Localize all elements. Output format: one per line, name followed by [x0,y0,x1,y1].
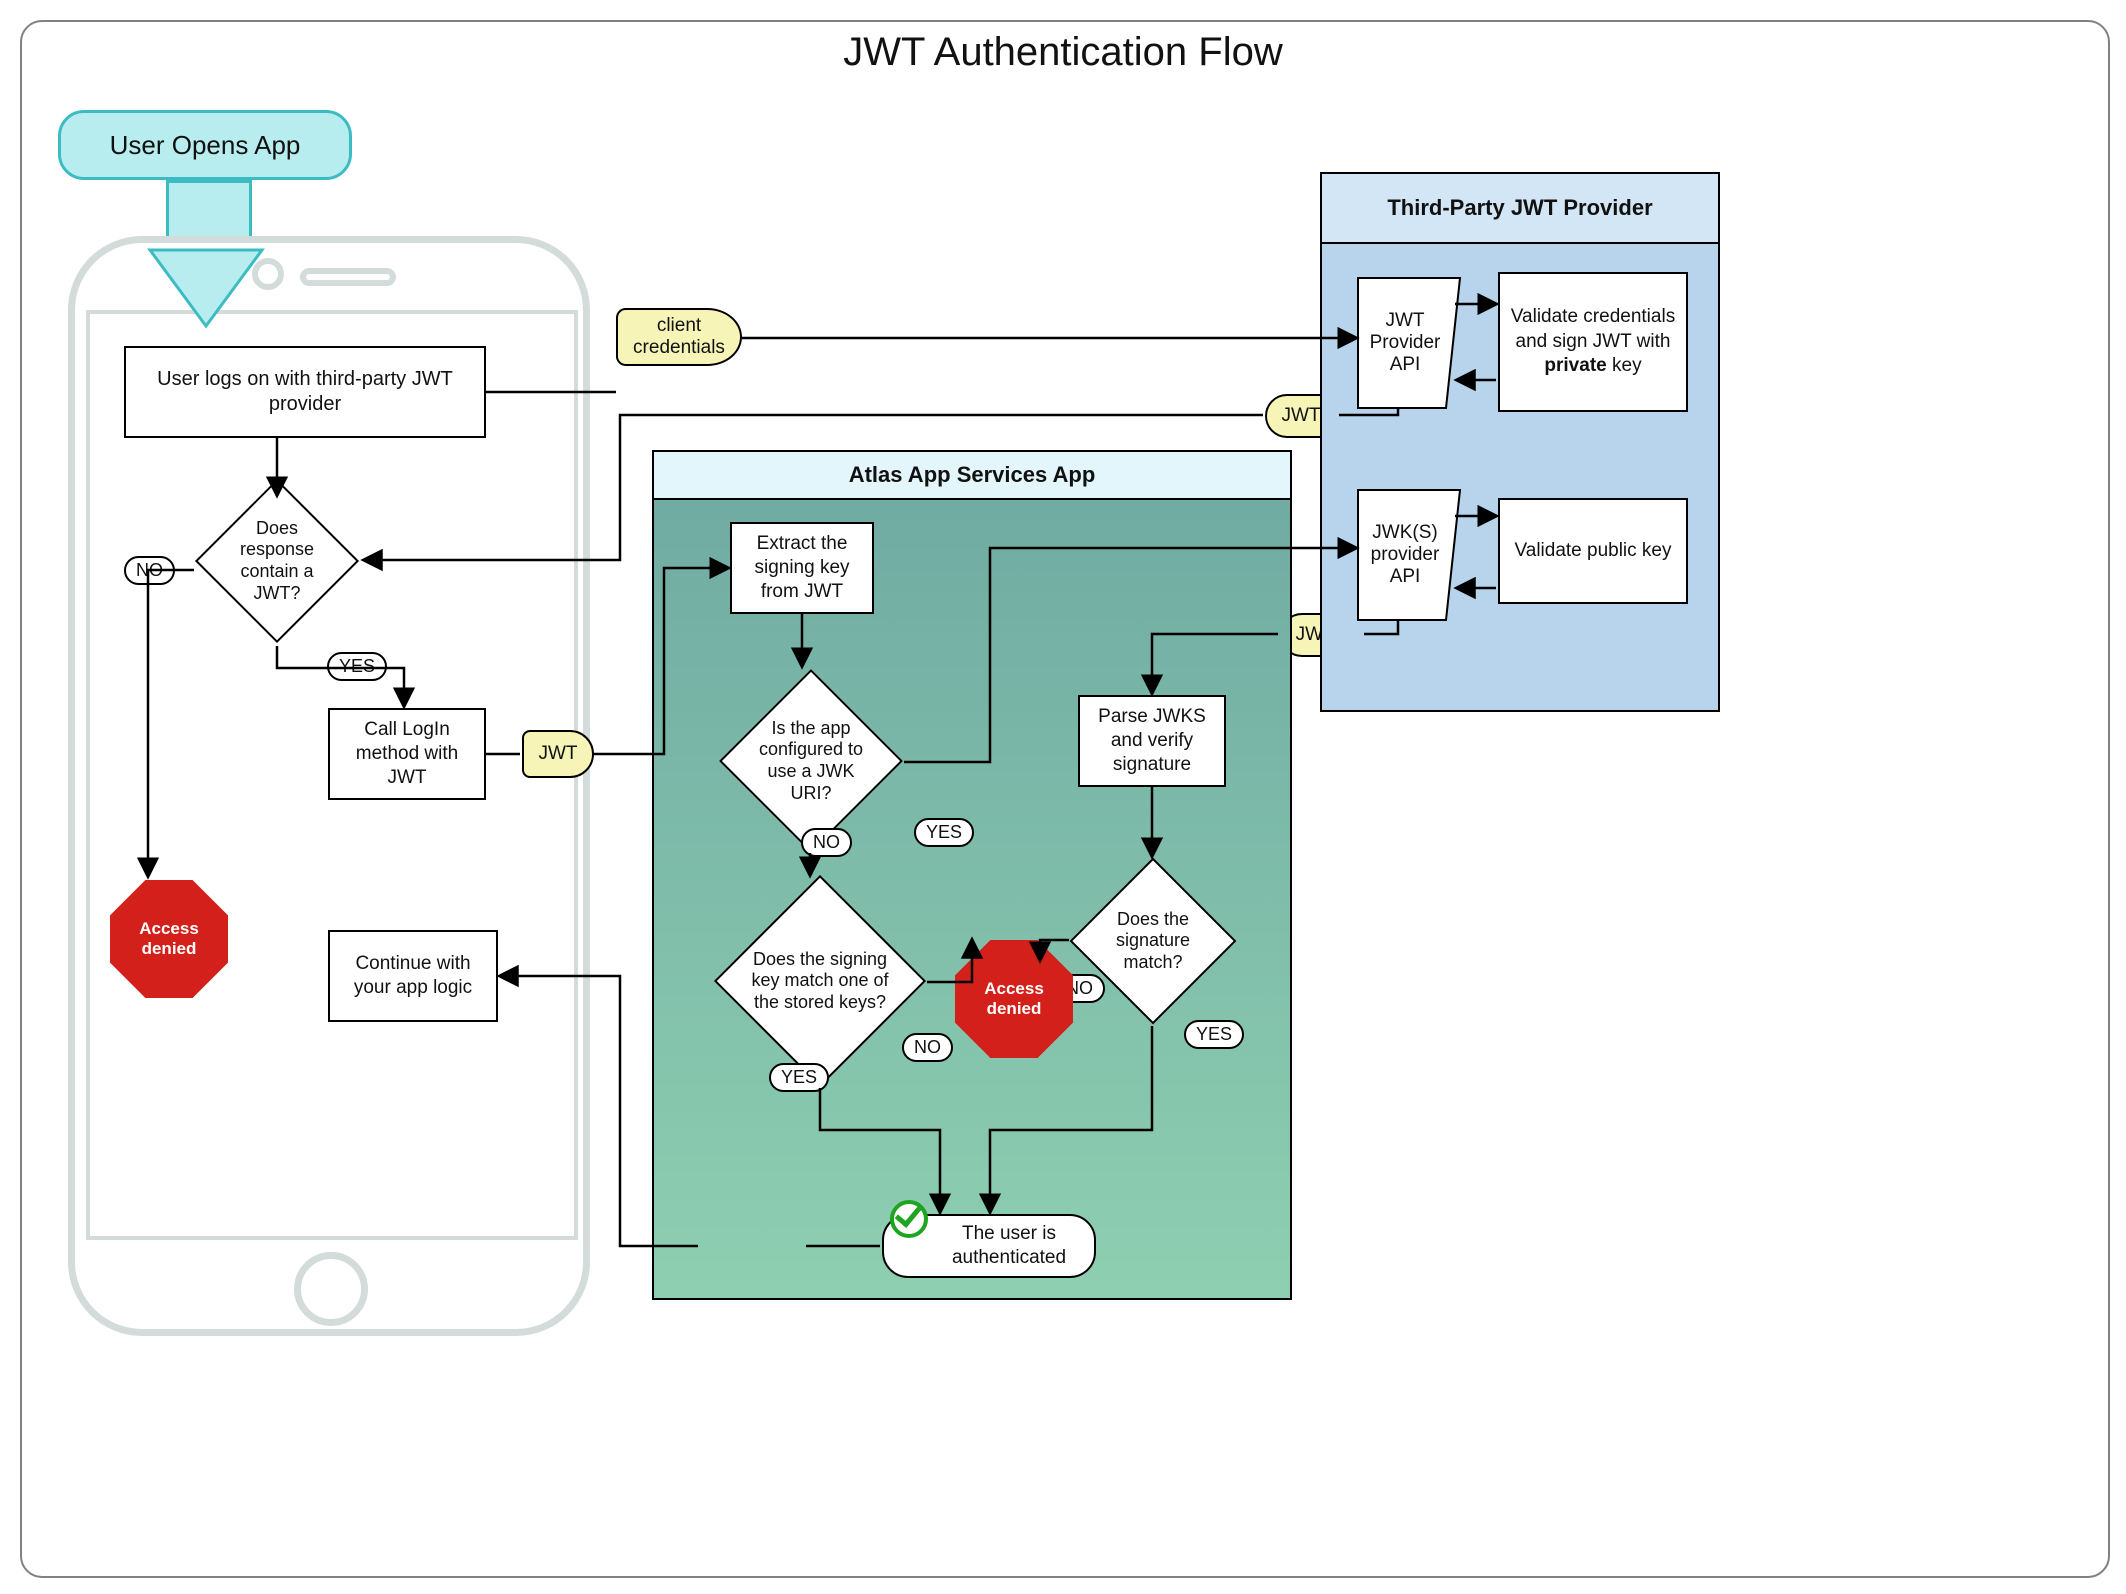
provider-panel-header: Third-Party JWT Provider [1320,172,1720,244]
jwt-provider-api: JWT Provider API [1362,298,1448,388]
login-box: User logs on with third-party JWT provid… [124,346,486,438]
parse-jwks-box: Parse JWKS and verify signature [1078,695,1226,787]
phone-speaker [300,268,396,286]
check-icon [890,1200,928,1238]
stop-access-denied-phone: Access denied [110,880,228,998]
jwks-provider-api: JWK(S) provider API [1362,510,1448,600]
call-login-box: Call LogIn method with JWT [328,708,486,800]
provider-panel [1320,172,1720,712]
label-no: NO [124,556,175,585]
atlas-panel-header: Atlas App Services App [652,450,1292,500]
phone-home-button [294,1252,368,1326]
diagram-title: JWT Authentication Flow [0,30,2126,75]
tag-jwt-to-atlas: JWT [522,730,594,778]
atlas-jwk-no: NO [801,828,852,857]
phone-camera [252,258,284,290]
atlas-jwk-yes: YES [914,818,974,847]
label-yes: YES [327,652,387,681]
atlas-sig-yes: YES [1184,1020,1244,1049]
atlas-key-yes: YES [769,1063,829,1092]
validate-public-box: Validate public key [1498,498,1688,604]
tag-client-credentials: client credentials [616,308,742,366]
atlas-key-no: NO [902,1033,953,1062]
start-banner: User Opens App [58,110,352,180]
continue-box: Continue with your app logic [328,930,498,1022]
validate-sign-box: Validate credentials and sign JWT with p… [1498,272,1688,412]
extract-key-box: Extract the signing key from JWT [730,522,874,614]
